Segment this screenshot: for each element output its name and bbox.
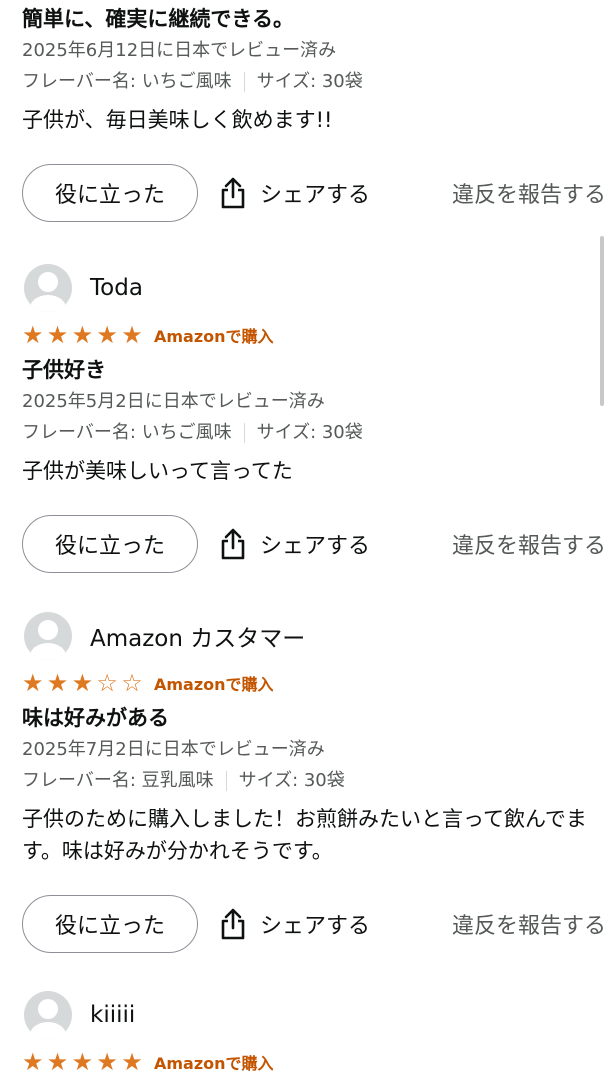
star-filled-icon: ★ — [121, 321, 143, 349]
share-label: シェアする — [260, 183, 371, 208]
review-title: 味は好みがある — [22, 706, 169, 730]
star-filled-icon: ★ — [121, 1048, 143, 1076]
review-card: kiiiii ★ ★ ★ ★ ★ Amazonで購入 — [22, 990, 592, 1077]
reviewer-profile[interactable]: Toda — [22, 263, 592, 313]
meta-divider — [225, 771, 227, 791]
review-actions: 役に立った シェアする 違反を報告する — [22, 163, 606, 223]
star-filled-icon: ★ — [46, 1048, 69, 1076]
review-card: Toda ★ ★ ★ ★ ★ Amazonで購入 子供好き 2025年5月2日に日本でレ… — [22, 263, 606, 574]
share-button[interactable]: シェアする — [220, 528, 370, 560]
star-filled-icon: ★ — [71, 1048, 94, 1076]
star-rating: ★ ★ ★ ★ ★ — [22, 322, 146, 348]
rating-row: ★ ★ ★ ☆ ☆ Amazonで購入 — [22, 668, 592, 698]
star-filled-icon: ★ — [46, 669, 69, 697]
reviewer-profile[interactable]: Amazon カスタマー — [22, 611, 592, 661]
star-filled-icon: ★ — [22, 321, 44, 349]
star-filled-icon: ★ — [96, 1048, 118, 1076]
share-label: シェアする — [260, 534, 371, 559]
verified-purchase-badge: Amazonで購入 — [153, 675, 274, 694]
rating-row: ★ ★ ★ ★ ★ Amazonで購入 — [22, 320, 592, 350]
meta-divider — [243, 423, 245, 443]
reviewer-profile[interactable]: kiiiii — [22, 990, 592, 1040]
report-link[interactable]: 違反を報告する — [452, 177, 606, 209]
review-title: 子供好き — [22, 358, 106, 382]
user-avatar-icon — [24, 264, 72, 312]
review-card: 簡単に、確実に継続できる。 2025年6月12日に日本でレビュー済み フレーバー… — [22, 4, 606, 223]
review-title: 簡単に、確実に継続できる。 — [22, 7, 294, 31]
review-text: 子供のために購入しました！お煎餅みたいと言って飲んでます。味は好みが分かれそうで… — [22, 807, 587, 863]
reviewer-name: kiiiii — [90, 1002, 136, 1028]
helpful-button[interactable]: 役に立った — [22, 515, 198, 573]
star-filled-icon: ★ — [22, 1048, 44, 1076]
report-link[interactable]: 違反を報告する — [452, 528, 606, 560]
flavor-label: フレーバー名: いちご風味 — [22, 422, 232, 443]
review-actions: 役に立った シェアする 違反を報告する — [22, 894, 606, 954]
size-label: サイズ: 30袋 — [256, 422, 363, 443]
rating-row: ★ ★ ★ ★ ★ Amazonで購入 — [22, 1047, 592, 1077]
share-icon — [221, 177, 245, 209]
review-date: 2025年7月2日に日本でレビュー済み — [22, 739, 325, 760]
review-variant: フレーバー名: いちご風味 サイズ: 30袋 — [22, 418, 592, 448]
scrollbar[interactable] — [600, 236, 604, 406]
reviewer-name: Amazon カスタマー — [90, 626, 306, 652]
user-avatar-icon — [24, 612, 72, 660]
helpful-button[interactable]: 役に立った — [22, 895, 198, 953]
size-label: サイズ: 30袋 — [256, 71, 363, 92]
report-link[interactable]: 違反を報告する — [452, 908, 606, 940]
star-empty-icon: ☆ — [121, 669, 143, 697]
star-filled-icon: ★ — [46, 321, 69, 349]
share-button[interactable]: シェアする — [220, 177, 370, 209]
share-button[interactable]: シェアする — [220, 908, 370, 940]
star-filled-icon: ★ — [22, 669, 44, 697]
star-rating: ★ ★ ★ ★ ★ — [22, 1049, 146, 1075]
share-icon — [221, 528, 245, 560]
reviewer-name: Toda — [90, 275, 143, 301]
user-avatar-icon — [24, 991, 72, 1039]
review-date: 2025年6月12日に日本でレビュー済み — [22, 40, 337, 61]
verified-purchase-badge: Amazonで購入 — [153, 1054, 274, 1073]
review-variant: フレーバー名: 豆乳風味 サイズ: 30袋 — [22, 766, 592, 796]
flavor-label: フレーバー名: いちご風味 — [22, 71, 232, 92]
review-text: 子供が美味しいって言ってた — [22, 459, 293, 483]
flavor-label: フレーバー名: 豆乳風味 — [22, 770, 214, 791]
review-text: 子供が、毎日美味しく飲めます!! — [22, 108, 333, 132]
star-filled-icon: ★ — [96, 321, 118, 349]
review-variant: フレーバー名: いちご風味 サイズ: 30袋 — [22, 67, 592, 97]
verified-purchase-badge: Amazonで購入 — [153, 327, 274, 346]
star-empty-icon: ☆ — [96, 669, 118, 697]
star-filled-icon: ★ — [71, 321, 94, 349]
review-card: Amazon カスタマー ★ ★ ★ ☆ ☆ Amazonで購入 味は好みがある 202… — [22, 611, 606, 954]
star-filled-icon: ★ — [71, 669, 94, 697]
size-label: サイズ: 30袋 — [238, 770, 345, 791]
share-label: シェアする — [260, 914, 371, 939]
star-rating: ★ ★ ★ ☆ ☆ — [22, 670, 146, 696]
meta-divider — [243, 72, 245, 92]
review-date: 2025年5月2日に日本でレビュー済み — [22, 391, 325, 412]
share-icon — [221, 908, 245, 940]
review-actions: 役に立った シェアする 違反を報告する — [22, 514, 606, 574]
helpful-button[interactable]: 役に立った — [22, 164, 198, 222]
